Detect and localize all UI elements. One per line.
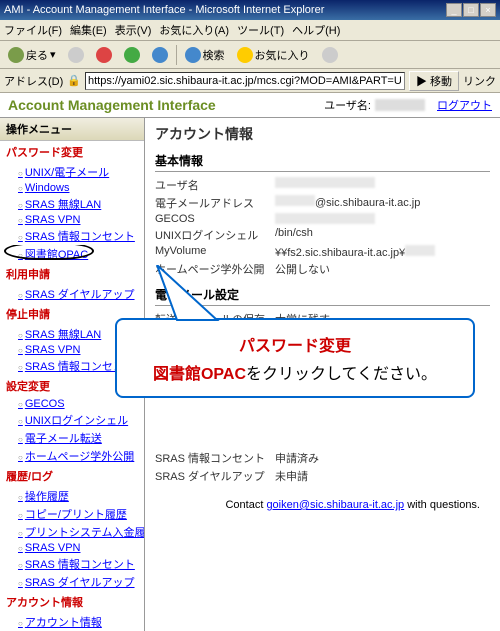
sidebar-item-unix[interactable]: UNIX/電子メール <box>0 163 144 181</box>
logout-link[interactable]: ログアウト <box>437 97 492 113</box>
menu-file[interactable]: ファイル(F) <box>4 22 62 38</box>
sidebar-item-sras-vpn[interactable]: SRAS VPN <box>0 213 144 227</box>
menu-help[interactable]: ヘルプ(H) <box>292 22 340 38</box>
menu-favorites[interactable]: お気に入り(A) <box>159 22 229 38</box>
user-label: ユーザ名: <box>324 97 371 113</box>
address-label: アドレス(D) <box>4 73 63 89</box>
sidebar-item-windows[interactable]: Windows <box>0 181 144 195</box>
favorites-button[interactable]: お気に入り <box>233 45 314 65</box>
back-button[interactable]: 戻る ▾ <box>4 45 60 65</box>
sidebar-item-sras-dial[interactable]: SRAS ダイヤルアップ <box>0 285 144 303</box>
sidebar-item-account-info[interactable]: アカウント情報 <box>0 613 144 631</box>
sidebar-item[interactable]: 操作履歴 <box>0 487 144 505</box>
sidebar-item-sras-wlan[interactable]: SRAS 無線LAN <box>0 195 144 213</box>
sidebar-item[interactable]: 電子メール転送 <box>0 429 144 447</box>
window-buttons: _ □ × <box>446 3 496 17</box>
section-password: パスワード変更 <box>0 141 144 163</box>
window-title: AMI - Account Management Interface - Mic… <box>4 4 446 16</box>
maximize-button[interactable]: □ <box>463 3 479 17</box>
row-gecos: GECOS <box>155 212 490 226</box>
window-titlebar: AMI - Account Management Interface - Mic… <box>0 0 500 20</box>
forward-icon <box>68 47 84 63</box>
menu-view[interactable]: 表示(V) <box>115 22 152 38</box>
main-area: 操作メニュー パスワード変更 UNIX/電子メール Windows SRAS 無… <box>0 118 500 631</box>
stop-button[interactable] <box>92 45 116 65</box>
row-email: 電子メールアドレス@sic.shibaura-it.ac.jp <box>155 194 490 212</box>
sidebar-item[interactable]: プリントシステム入金履歴 <box>0 523 144 541</box>
close-button[interactable]: × <box>480 3 496 17</box>
lock-icon: 🔒 <box>67 74 81 87</box>
links-label[interactable]: リンク <box>463 73 496 89</box>
sidebar-item-sras-consent[interactable]: SRAS 情報コンセント <box>0 227 144 245</box>
sidebar-item[interactable]: SRAS VPN <box>0 541 144 555</box>
section-history: 履歴/ログ <box>0 465 144 487</box>
row-user: ユーザ名 <box>155 176 490 194</box>
history-icon <box>322 47 338 63</box>
sidebar-item[interactable]: GECOS <box>0 397 144 411</box>
go-button[interactable]: ▶ 移動 <box>409 71 459 91</box>
toolbar: 戻る ▾ 検索 お気に入り <box>0 41 500 69</box>
sidebar-item[interactable]: UNIXログインシェル <box>0 411 144 429</box>
menubar: ファイル(F) 編集(E) 表示(V) お気に入り(A) ツール(T) ヘルプ(… <box>0 20 500 41</box>
address-input[interactable] <box>85 72 405 90</box>
toolbar-separator <box>176 45 177 65</box>
row-consent: SRAS 情報コンセント申請済み <box>155 449 490 467</box>
back-icon <box>8 47 24 63</box>
sidebar-item[interactable]: SRAS 情報コンセント <box>0 555 144 573</box>
row-dial: SRAS ダイヤルアップ未申請 <box>155 467 490 485</box>
address-bar: アドレス(D) 🔒 ▶ 移動 リンク <box>0 69 500 93</box>
menu-edit[interactable]: 編集(E) <box>70 22 107 38</box>
search-icon <box>185 47 201 63</box>
footer: Contact goiken@sic.shibaura-it.ac.jp wit… <box>155 485 490 517</box>
user-value <box>375 99 425 111</box>
contact-link[interactable]: goiken@sic.shibaura-it.ac.jp <box>266 499 404 511</box>
section-account: アカウント情報 <box>0 591 144 613</box>
refresh-button[interactable] <box>120 45 144 65</box>
history-button[interactable] <box>318 45 342 65</box>
row-shell: UNIXログインシェル/bin/csh <box>155 226 490 244</box>
search-button[interactable]: 検索 <box>181 45 229 65</box>
minimize-button[interactable]: _ <box>446 3 462 17</box>
instruction-callout: パスワード変更 図書館OPACをクリックしてください。 <box>115 318 475 398</box>
section-apply: 利用申請 <box>0 263 144 285</box>
refresh-icon <box>124 47 140 63</box>
star-icon <box>237 47 253 63</box>
content-panel: アカウント情報 基本情報 ユーザ名 電子メールアドレス@sic.shibaura… <box>145 118 500 631</box>
sidebar-item[interactable]: コピー/プリント履歴 <box>0 505 144 523</box>
row-myvol: MyVolume¥¥fs2.sic.shibaura-it.ac.jp¥ <box>155 244 490 260</box>
menu-tools[interactable]: ツール(T) <box>237 22 284 38</box>
forward-button[interactable] <box>64 45 88 65</box>
home-button[interactable] <box>148 45 172 65</box>
sidebar-header: 操作メニュー <box>0 118 144 141</box>
stop-icon <box>96 47 112 63</box>
app-header: Account Management Interface ユーザ名: ログアウト <box>0 93 500 118</box>
home-icon <box>152 47 168 63</box>
basic-title: 基本情報 <box>155 152 490 172</box>
callout-pointer <box>147 265 227 325</box>
sidebar-item[interactable]: ホームページ学外公開 <box>0 447 144 465</box>
callout-line2: 図書館OPACをクリックしてください。 <box>129 360 461 384</box>
content-title: アカウント情報 <box>155 124 490 144</box>
sidebar-item-opac[interactable]: 図書館OPAC <box>0 245 144 263</box>
callout-line1: パスワード変更 <box>129 332 461 356</box>
app-title: Account Management Interface <box>8 97 324 113</box>
